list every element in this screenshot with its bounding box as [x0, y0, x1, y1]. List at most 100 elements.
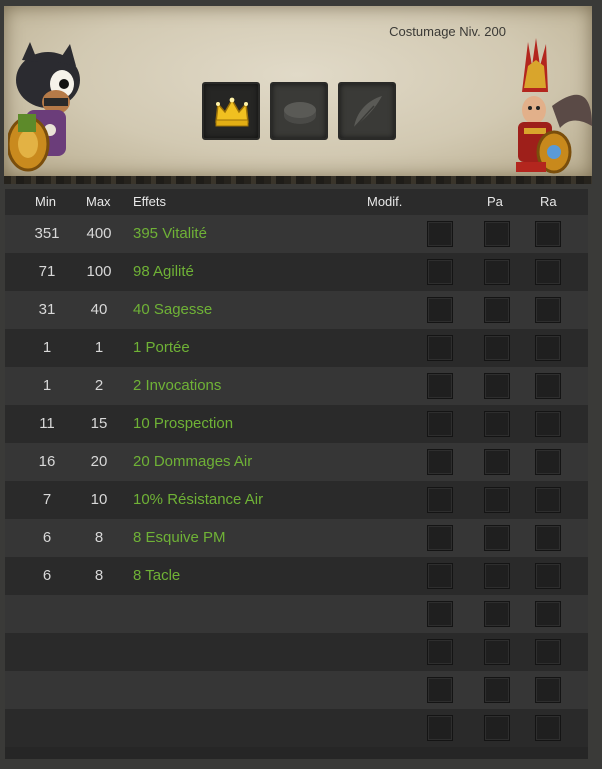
- effect-text: 1 Portée: [133, 339, 190, 356]
- modif-checkbox[interactable]: [427, 335, 453, 361]
- modif-checkbox[interactable]: [427, 487, 453, 513]
- ra-checkbox[interactable]: [535, 715, 561, 741]
- modif-checkbox[interactable]: [427, 639, 453, 665]
- table-row: 351 400 395 Vitalité: [5, 215, 588, 253]
- modif-checkbox[interactable]: [427, 373, 453, 399]
- pa-checkbox[interactable]: [484, 487, 510, 513]
- modif-checkbox[interactable]: [427, 715, 453, 741]
- pa-checkbox[interactable]: [484, 715, 510, 741]
- pa-checkbox[interactable]: [484, 335, 510, 361]
- effects-column-header: Effets: [133, 194, 167, 209]
- min-value: 6: [42, 567, 52, 584]
- ra-checkbox[interactable]: [535, 221, 561, 247]
- table-row: 6 8 8 Tacle: [5, 557, 588, 595]
- min-value: 1: [42, 377, 52, 394]
- pa-checkbox[interactable]: [484, 601, 510, 627]
- pa-checkbox[interactable]: [484, 677, 510, 703]
- modif-checkbox[interactable]: [427, 449, 453, 475]
- table-row: 1 1 1 Portée: [5, 329, 588, 367]
- left-character-avatar: [6, 40, 90, 181]
- table-row: 6 8 8 Esquive PM: [5, 519, 588, 557]
- modif-checkbox[interactable]: [427, 221, 453, 247]
- modif-checkbox[interactable]: [427, 677, 453, 703]
- table-row: 71 100 98 Agilité: [5, 253, 588, 291]
- ra-checkbox[interactable]: [535, 487, 561, 513]
- min-value: 11: [39, 415, 55, 432]
- ra-checkbox[interactable]: [535, 335, 561, 361]
- ra-checkbox[interactable]: [535, 259, 561, 285]
- ra-checkbox[interactable]: [535, 563, 561, 589]
- modif-checkbox[interactable]: [427, 297, 453, 323]
- modif-column-header: Modif.: [367, 194, 403, 209]
- pa-checkbox[interactable]: [484, 449, 510, 475]
- crown-icon: [215, 97, 249, 127]
- ra-checkbox[interactable]: [535, 373, 561, 399]
- modif-checkbox[interactable]: [427, 259, 453, 285]
- crown-slot-button[interactable]: [202, 82, 260, 140]
- effect-text: 10% Résistance Air: [133, 491, 264, 508]
- min-value: 16: [38, 453, 56, 470]
- min-column-header: Min: [35, 194, 56, 209]
- right-character-avatar: [502, 36, 592, 181]
- min-value: 71: [38, 263, 56, 280]
- min-value: 351: [34, 225, 60, 242]
- table-header-row: Min Max Effets Modif. Pa Ra: [5, 189, 588, 215]
- max-value: 20: [90, 453, 108, 470]
- pa-column-header: Pa: [487, 194, 503, 209]
- max-value: 40: [90, 301, 108, 318]
- effect-text: 395 Vitalité: [133, 225, 207, 242]
- pa-checkbox[interactable]: [484, 259, 510, 285]
- table-row: [5, 633, 588, 671]
- pa-checkbox[interactable]: [484, 297, 510, 323]
- table-row: [5, 595, 588, 633]
- min-value: 31: [38, 301, 56, 318]
- modif-checkbox[interactable]: [427, 563, 453, 589]
- ra-checkbox[interactable]: [535, 677, 561, 703]
- min-value: 1: [42, 339, 52, 356]
- pa-checkbox[interactable]: [484, 411, 510, 437]
- table-row: 16 20 20 Dommages Air: [5, 443, 588, 481]
- pa-checkbox[interactable]: [484, 525, 510, 551]
- table-row: [5, 709, 588, 747]
- max-value: 8: [94, 529, 104, 546]
- max-value: 15: [90, 415, 108, 432]
- pa-checkbox[interactable]: [484, 639, 510, 665]
- table-scrollbar[interactable]: [588, 189, 598, 759]
- ring-icon: [284, 102, 316, 124]
- feather-icon: [353, 96, 382, 129]
- ra-checkbox[interactable]: [535, 639, 561, 665]
- effect-text: 20 Dommages Air: [133, 453, 253, 470]
- table-row: 1 2 2 Invocations: [5, 367, 588, 405]
- table-row: [5, 671, 588, 709]
- ra-checkbox[interactable]: [535, 601, 561, 627]
- modif-checkbox[interactable]: [427, 525, 453, 551]
- modif-checkbox[interactable]: [427, 411, 453, 437]
- effect-text: 2 Invocations: [133, 377, 222, 394]
- pa-checkbox[interactable]: [484, 563, 510, 589]
- effect-text: 8 Tacle: [133, 567, 181, 584]
- item-header: Costumage Niv. 200: [4, 6, 592, 184]
- ring-slot-button[interactable]: [270, 82, 328, 140]
- item-title: Costumage Niv. 200: [389, 24, 506, 39]
- max-column-header: Max: [86, 194, 111, 209]
- table-row: 7 10 10% Résistance Air: [5, 481, 588, 519]
- ra-checkbox[interactable]: [535, 525, 561, 551]
- feather-slot-button[interactable]: [338, 82, 396, 140]
- modif-checkbox[interactable]: [427, 601, 453, 627]
- min-value: 7: [42, 491, 52, 508]
- ra-checkbox[interactable]: [535, 411, 561, 437]
- max-value: 2: [94, 377, 104, 394]
- ra-checkbox[interactable]: [535, 449, 561, 475]
- pa-checkbox[interactable]: [484, 373, 510, 399]
- max-value: 10: [90, 491, 108, 508]
- max-value: 400: [86, 225, 112, 242]
- ra-checkbox[interactable]: [535, 297, 561, 323]
- min-value: 6: [42, 529, 52, 546]
- table-row: 31 40 40 Sagesse: [5, 291, 588, 329]
- pa-checkbox[interactable]: [484, 221, 510, 247]
- max-value: 100: [86, 263, 112, 280]
- effects-table: Min Max Effets Modif. Pa Ra 351 400 395 Vi…: [5, 189, 588, 759]
- effect-text: 10 Prospection: [133, 415, 234, 432]
- effect-text: 40 Sagesse: [133, 301, 213, 318]
- effect-text: 8 Esquive PM: [133, 529, 226, 546]
